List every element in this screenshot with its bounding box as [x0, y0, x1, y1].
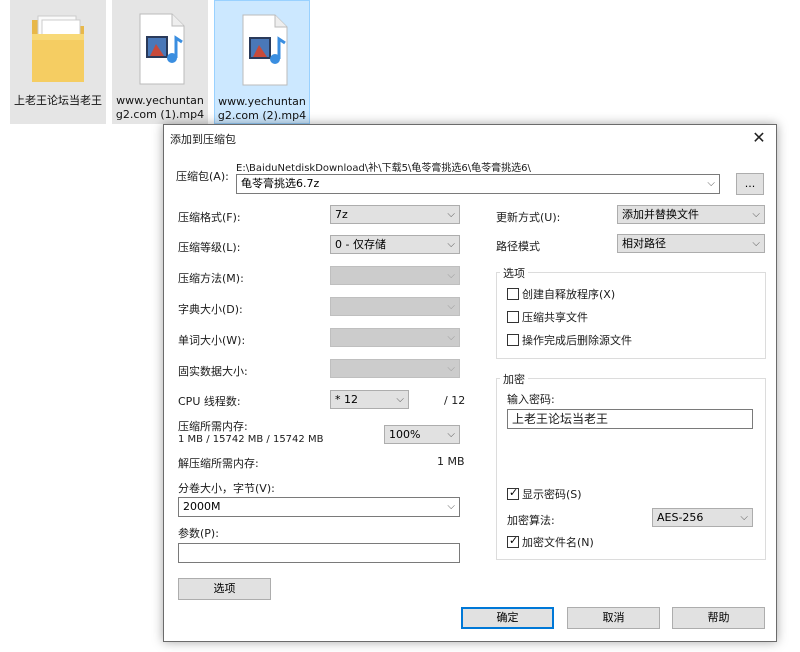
format-value: 7z — [335, 208, 348, 221]
path-mode-select[interactable]: 相对路径 ⌵ — [617, 234, 765, 253]
desktop-folder-icon-item[interactable]: 上老王论坛当老王 — [10, 0, 106, 124]
path-mode-value: 相对路径 — [622, 237, 666, 250]
chevron-down-icon: ⌵ — [752, 209, 760, 220]
mem-decompress-value: 1 MB — [437, 455, 465, 468]
checkbox-box-checked — [507, 534, 519, 548]
update-value: 添加并替换文件 — [622, 208, 699, 221]
cancel-button[interactable]: 取消 — [567, 607, 660, 629]
browse-button[interactable]: ... — [736, 173, 764, 195]
solid-label: 固实数据大小: — [178, 365, 248, 378]
dict-select: ⌵ — [330, 297, 460, 316]
mem-decompress-label: 解压缩所需内存: — [178, 457, 259, 470]
format-label: 压缩格式(F): — [178, 211, 241, 224]
archive-name-value: 龟苓膏挑选6.7z — [241, 177, 320, 190]
chevron-down-icon: ⌵ — [707, 178, 715, 189]
method-label: 压缩方法(M): — [178, 272, 244, 285]
enc-method-select[interactable]: AES-256 ⌵ — [652, 508, 753, 527]
encrypt-names-checkbox[interactable]: 加密文件名(N) — [507, 534, 594, 550]
shared-label: 压缩共享文件 — [522, 311, 588, 324]
chevron-down-icon: ⌵ — [447, 332, 455, 343]
desktop-video-file-item[interactable]: www.yechuntang2.com (1).mp4 — [112, 0, 208, 124]
dialog-title: 添加到压缩包 — [170, 133, 236, 146]
encrypt-names-label: 加密文件名(N) — [522, 536, 594, 549]
title-bar[interactable]: 添加到压缩包 ✕ — [164, 125, 776, 150]
chevron-down-icon: ⌵ — [447, 270, 455, 281]
chevron-down-icon: ⌵ — [447, 429, 455, 440]
options-button[interactable]: 选项 — [178, 578, 271, 600]
desktop-icon-label: www.yechuntang2.com (2).mp4 — [217, 95, 307, 122]
word-select: ⌵ — [330, 328, 460, 347]
params-label: 参数(P): — [178, 527, 219, 540]
video-file-icon — [139, 13, 185, 85]
checkbox-box — [507, 288, 519, 300]
desktop-icon-label: 上老王论坛当老王 — [14, 94, 102, 107]
format-select[interactable]: 7z ⌵ — [330, 205, 460, 224]
chevron-down-icon: ⌵ — [447, 363, 455, 374]
folder-icon — [32, 15, 84, 82]
chevron-down-icon: ⌵ — [752, 238, 760, 249]
level-label: 压缩等级(L): — [178, 241, 241, 254]
cpu-label: CPU 线程数: — [178, 395, 241, 408]
sfx-label: 创建自释放程序(X) — [522, 288, 616, 301]
shared-checkbox[interactable]: 压缩共享文件 — [507, 311, 588, 325]
level-value: 0 - 仅存储 — [335, 238, 386, 251]
sfx-checkbox[interactable]: 创建自释放程序(X) — [507, 288, 615, 302]
password-label: 输入密码: — [507, 393, 555, 406]
volume-value: 2000M — [183, 500, 221, 513]
enc-method-label: 加密算法: — [507, 514, 555, 527]
archive-name-combo[interactable]: 龟苓膏挑选6.7z ⌵ — [236, 174, 720, 194]
mem-percent-value: 100% — [389, 428, 421, 441]
archive-path: E:\BaiduNetdiskDownload\补\下载5\龟苓膏挑选6\龟苓膏… — [236, 163, 531, 174]
level-select[interactable]: 0 - 仅存储 ⌵ — [330, 235, 460, 254]
mem-percent-select[interactable]: 100% ⌵ — [384, 425, 460, 444]
encryption-group-title: 加密 — [500, 371, 528, 387]
volume-label: 分卷大小，字节(V): — [178, 482, 275, 495]
checkbox-box-checked — [507, 486, 519, 500]
chevron-down-icon: ⌵ — [447, 501, 455, 512]
update-label: 更新方式(U): — [496, 211, 561, 224]
word-label: 单词大小(W): — [178, 334, 246, 347]
chevron-down-icon: ⌵ — [447, 209, 455, 220]
volume-combo[interactable]: 2000M ⌵ — [178, 497, 460, 517]
mem-compress-label: 压缩所需内存: — [178, 420, 248, 433]
cpu-select[interactable]: * 12 ⌵ — [330, 390, 409, 409]
chevron-down-icon: ⌵ — [740, 512, 748, 523]
show-password-checkbox[interactable]: 显示密码(S) — [507, 486, 582, 502]
params-input[interactable] — [178, 543, 460, 563]
method-select: ⌵ — [330, 266, 460, 285]
desktop-icon-label: www.yechuntang2.com (1).mp4 — [115, 94, 205, 121]
password-input[interactable]: 上老王论坛当老王 — [507, 409, 753, 429]
desktop-video-file-item-selected[interactable]: www.yechuntang2.com (2).mp4 — [214, 0, 310, 124]
ok-button[interactable]: 确定 — [461, 607, 554, 629]
archive-label: 压缩包(A): — [176, 170, 229, 183]
show-password-label: 显示密码(S) — [522, 488, 582, 501]
delete-after-label: 操作完成后删除源文件 — [522, 334, 632, 347]
mem-compress-detail: 1 MB / 15742 MB / 15742 MB — [178, 434, 324, 445]
checkbox-box — [507, 334, 519, 346]
dict-label: 字典大小(D): — [178, 303, 243, 316]
checkbox-box — [507, 311, 519, 323]
solid-select: ⌵ — [330, 359, 460, 378]
help-button[interactable]: 帮助 — [672, 607, 765, 629]
delete-after-checkbox[interactable]: 操作完成后删除源文件 — [507, 334, 632, 348]
options-group-title: 选项 — [500, 265, 528, 281]
cpu-value: * 12 — [335, 393, 358, 406]
video-file-icon — [242, 14, 288, 86]
cpu-max: / 12 — [444, 394, 466, 407]
chevron-down-icon: ⌵ — [447, 301, 455, 312]
chevron-down-icon: ⌵ — [447, 239, 455, 250]
enc-method-value: AES-256 — [657, 511, 704, 524]
close-icon[interactable]: ✕ — [742, 125, 776, 150]
chevron-down-icon: ⌵ — [396, 394, 404, 405]
update-select[interactable]: 添加并替换文件 ⌵ — [617, 205, 765, 224]
add-to-archive-dialog: 添加到压缩包 ✕ 压缩包(A): E:\BaiduNetdiskDownload… — [163, 124, 777, 642]
path-mode-label: 路径模式 — [496, 240, 540, 253]
